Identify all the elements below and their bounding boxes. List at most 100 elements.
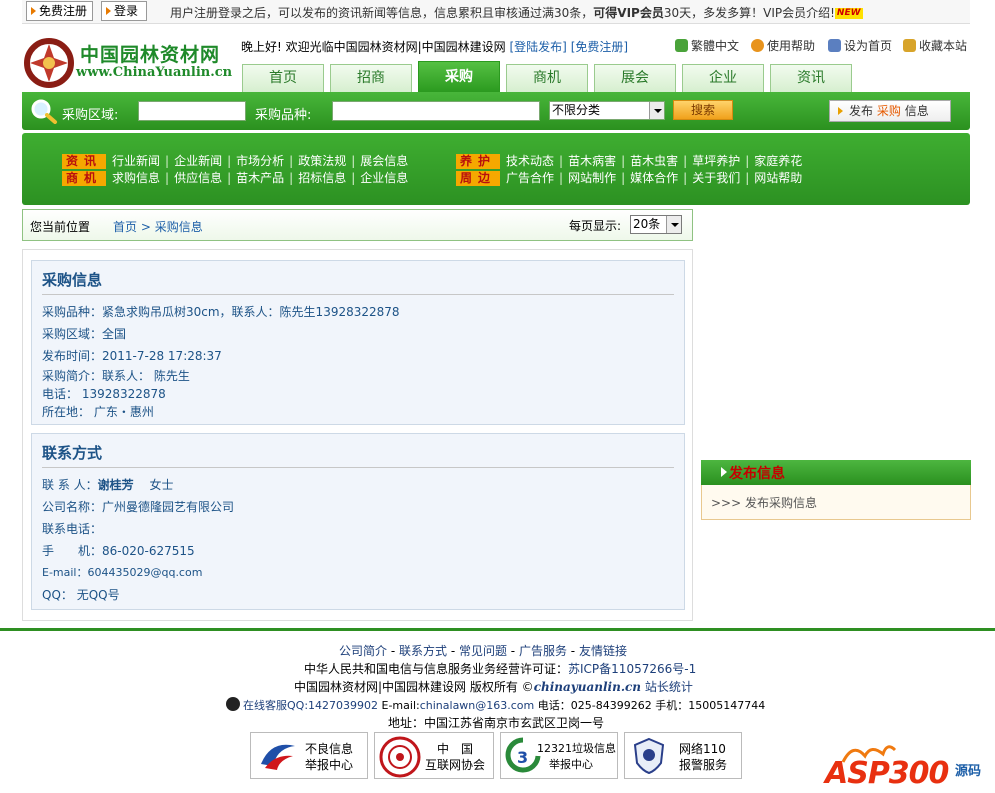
footer-link-friends[interactable]: 友情链接	[579, 644, 627, 658]
tab-home[interactable]: 首页	[242, 64, 324, 92]
badge-bad-info-report[interactable]: 不良信息 举报中心	[250, 732, 368, 779]
nav-link[interactable]: 广告合作	[506, 171, 554, 185]
purchase-region: 采购区域：全国	[42, 327, 127, 341]
nav-link[interactable]: 求购信息	[112, 171, 160, 185]
folder-icon	[903, 39, 916, 52]
nav-link[interactable]: 展会信息	[360, 154, 408, 168]
contact-person: 联 系 人：谢桂芳 女士	[42, 478, 174, 492]
variety-input[interactable]	[332, 101, 540, 121]
publish-info-header: 发布信息	[701, 460, 971, 485]
variety-label: 采购品种:	[255, 108, 312, 123]
nav-link[interactable]: 苗木病害	[568, 154, 616, 168]
purchase-time: 发布时间：2011-7-28 17:28:37	[42, 349, 222, 363]
footer-links: 公司简介 - 联系方式 - 常见问题 - 广告服务 - 友情链接	[339, 644, 627, 658]
vip-notice[interactable]: 用户注册登录之后，可以发布的资讯新闻等信息，信息累积且审核通过满30条，可得VI…	[170, 4, 863, 21]
purchase-info-panel: 采购信息 采购品种：紧急求购吊瓜树30cm，联系人：陈先生13928322878…	[31, 260, 685, 425]
badge-internet-society[interactable]: 中 国互联网协会	[374, 732, 494, 779]
report-logo-icon	[261, 744, 295, 770]
footer-link-ads[interactable]: 广告服务	[519, 644, 567, 658]
contact-tel: 联系电话：	[42, 522, 103, 536]
icp-link[interactable]: 苏ICP备11057266号-1	[568, 662, 696, 676]
nav-link[interactable]: 草坪养护	[692, 154, 740, 168]
nav-link[interactable]: 技术动态	[506, 154, 554, 168]
contact-company: 公司名称：广州曼德隆园艺有限公司	[42, 500, 235, 514]
nav-link[interactable]: 企业信息	[360, 171, 408, 185]
bookmark-link[interactable]: 收藏本站	[903, 37, 967, 54]
logo-emblem-icon	[24, 38, 74, 88]
purchase-intro: 采购简介：联系人： 陈先生	[42, 369, 190, 383]
welcome-text: 晚上好! 欢迎光临中国园林资材网|中国园林建设网 [登陆发布] [免费注册]	[241, 40, 629, 54]
login-button[interactable]: 登录	[101, 1, 147, 21]
publish-purchase-button[interactable]: 发布 采购 信息	[829, 100, 951, 122]
nav-row-news: 资讯 行业新闻 | 企业新闻 | 市场分析 | 政策法规 | 展会信息	[62, 152, 408, 169]
tab-purchase[interactable]: 采购	[418, 61, 500, 92]
nav-link[interactable]: 网站制作	[568, 171, 616, 185]
nav-link[interactable]: 行业新闻	[112, 154, 160, 168]
nav-link[interactable]: 企业新闻	[174, 154, 222, 168]
free-register-button[interactable]: 免费注册	[26, 1, 93, 21]
nav-link[interactable]: 关于我们	[692, 171, 740, 185]
purchase-location: 所在地： 广东・惠州	[42, 405, 154, 419]
nav-category-news[interactable]: 资讯	[62, 154, 106, 169]
tab-enterprise[interactable]: 企业	[682, 64, 764, 92]
svg-text:3: 3	[517, 748, 528, 767]
nav-category-maintenance[interactable]: 养护	[456, 154, 500, 169]
nav-row-around: 周边 广告合作 | 网站制作 | 媒体合作 | 关于我们 | 网站帮助	[456, 169, 802, 186]
region-label: 采购区域:	[62, 108, 119, 123]
footer-link-faq[interactable]: 常见问题	[459, 644, 507, 658]
site-logo[interactable]: 中国园林资材网 www.ChinaYuanlin.cn	[22, 32, 242, 94]
nav-link[interactable]: 苗木产品	[236, 171, 284, 185]
nav-category-around[interactable]: 周边	[456, 171, 500, 186]
chevron-down-icon	[649, 102, 664, 119]
badge-police-110[interactable]: 网络110 报警服务	[624, 732, 742, 779]
contact-mobile: 手 机：86-020-627515	[42, 544, 195, 558]
qq-service-link[interactable]: 在线客服QQ:1427039902	[243, 699, 378, 712]
search-button[interactable]: 搜索	[673, 100, 733, 120]
nav-link[interactable]: 网站帮助	[754, 171, 802, 185]
12321-logo-icon: 3	[505, 737, 541, 773]
logo-domain: www.ChinaYuanlin.cn	[76, 65, 233, 80]
nav-link[interactable]: 供应信息	[174, 171, 222, 185]
per-page-select[interactable]: 20条	[630, 215, 682, 234]
footer-link-contact[interactable]: 联系方式	[399, 644, 447, 658]
magnifier-icon	[31, 99, 57, 124]
login-publish-link[interactable]: [登陆发布]	[510, 40, 567, 54]
help-link[interactable]: 使用帮助	[751, 37, 815, 54]
arrow-icon	[838, 107, 843, 115]
badge-12321-report[interactable]: 3 12321垃圾信息 举报中心	[500, 732, 618, 779]
nav-link[interactable]: 招标信息	[298, 171, 346, 185]
breadcrumb-label: 您当前位置	[30, 220, 91, 234]
publish-purchase-link[interactable]: >>> 发布采购信息	[711, 494, 817, 511]
set-homepage-link[interactable]: 设为首页	[828, 37, 892, 54]
nav-category-business[interactable]: 商机	[62, 171, 106, 186]
refresh-icon	[675, 39, 688, 52]
trust-seal-icon	[379, 736, 421, 778]
main-content: 采购信息 采购品种：紧急求购吊瓜树30cm，联系人：陈先生13928322878…	[22, 249, 693, 621]
nav-link[interactable]: 媒体合作	[630, 171, 678, 185]
nav-link[interactable]: 市场分析	[236, 154, 284, 168]
nav-link[interactable]: 家庭养花	[754, 154, 802, 168]
footer-email-link[interactable]: chinalawn@163.com	[420, 699, 535, 712]
footer-divider	[0, 628, 995, 631]
traditional-chinese-link[interactable]: 繁體中文	[675, 37, 739, 54]
footer-link-about[interactable]: 公司简介	[339, 644, 387, 658]
search-bar: 采购区域: 采购品种: 不限分类 搜索 发布 采购 信息	[22, 92, 970, 130]
stats-link[interactable]: 站长统计	[645, 680, 693, 694]
region-input[interactable]	[138, 101, 246, 121]
nav-link[interactable]: 政策法规	[298, 154, 346, 168]
free-register-link[interactable]: [免费注册]	[571, 40, 628, 54]
breadcrumb-home-link[interactable]: 首页	[113, 220, 137, 234]
tab-exhibition[interactable]: 展会	[594, 64, 676, 92]
breadcrumb-current[interactable]: 采购信息	[155, 220, 203, 234]
publish-info-box: 发布信息 >>> 发布采购信息	[701, 460, 971, 520]
tab-news[interactable]: 资讯	[770, 64, 852, 92]
tab-investment[interactable]: 招商	[330, 64, 412, 92]
tab-business[interactable]: 商机	[506, 64, 588, 92]
purchase-info-title: 采购信息	[42, 271, 103, 289]
breadcrumb: 您当前位置 首页 > 采购信息 每页显示: 20条	[22, 209, 693, 241]
category-select[interactable]: 不限分类	[549, 101, 665, 120]
new-badge: NEW	[834, 8, 863, 19]
breadcrumb-path: 首页 > 采购信息	[113, 220, 203, 234]
contact-qq: QQ： 无QQ号	[42, 588, 120, 602]
nav-link[interactable]: 苗木虫害	[630, 154, 678, 168]
